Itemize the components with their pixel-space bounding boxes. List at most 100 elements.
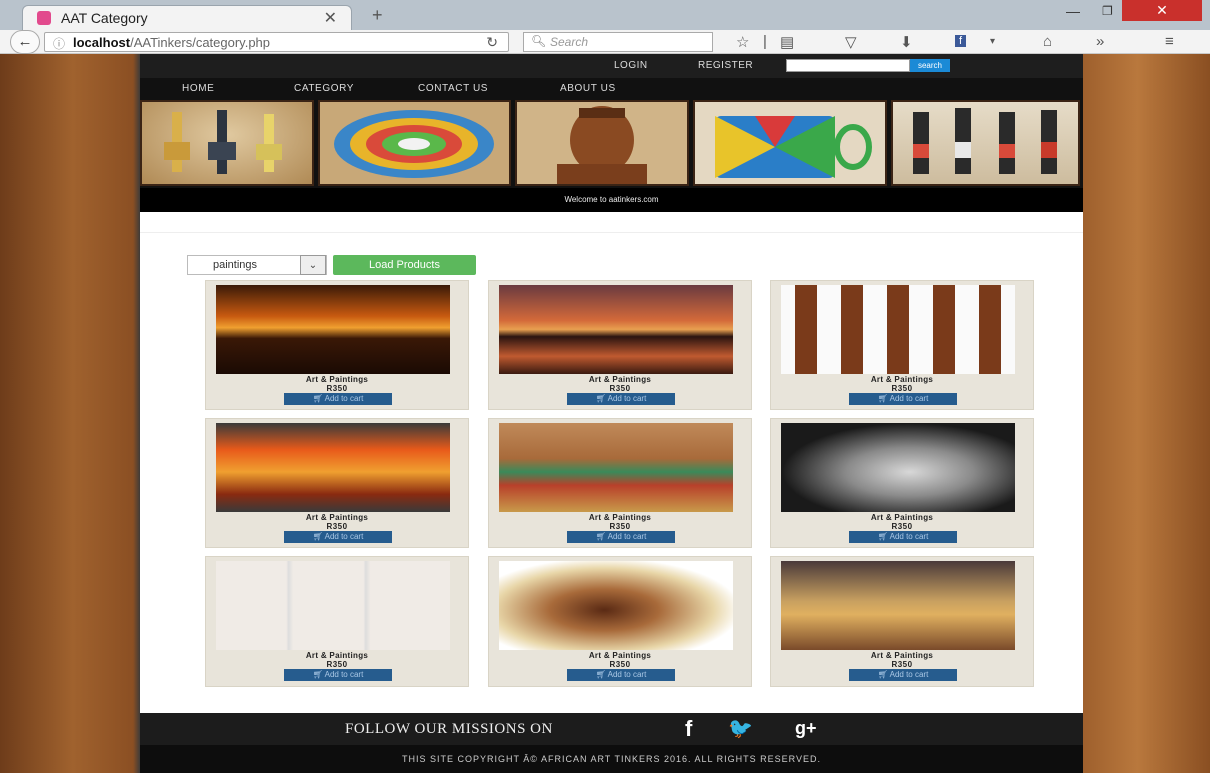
menu-home[interactable]: HOME xyxy=(182,83,214,94)
browser-tab[interactable]: AAT Category ✕ xyxy=(22,5,352,30)
product-card: Art & Paintings R350 🛒︎ Add to cart xyxy=(205,280,469,410)
add-to-cart-button[interactable]: 🛒︎ Add to cart xyxy=(567,393,675,405)
dropdown-icon[interactable]: ▾ xyxy=(990,36,995,47)
banner-giraffe-image xyxy=(140,100,314,186)
load-products-button[interactable]: Load Products xyxy=(333,255,476,275)
close-tab-icon[interactable]: ✕ xyxy=(324,8,337,28)
product-card: Art & Paintings R350 🛒︎ Add to cart xyxy=(488,280,752,410)
info-icon[interactable]: ⓘ xyxy=(53,35,65,52)
add-to-cart-label: Add to cart xyxy=(324,670,364,679)
product-card: Art & Paintings R350 🛒︎ Add to cart xyxy=(205,418,469,548)
add-to-cart-button[interactable]: 🛒︎ Add to cart xyxy=(849,669,957,681)
divider-icon: | xyxy=(763,33,767,50)
google-plus-icon[interactable]: g+ xyxy=(795,718,817,739)
product-image[interactable] xyxy=(781,423,1015,512)
product-card: Art & Paintings R350 🛒︎ Add to cart xyxy=(488,418,752,548)
cart-icon: 🛒︎ xyxy=(312,670,325,679)
pocket-icon[interactable]: ▽ xyxy=(845,33,857,51)
site-search-button[interactable]: search xyxy=(910,59,950,72)
product-card: Art & Paintings R350 🛒︎ Add to cart xyxy=(770,556,1034,687)
banner-beaded-mug-image xyxy=(693,100,887,186)
add-to-cart-button[interactable]: 🛒︎ Add to cart xyxy=(849,531,957,543)
product-card: Art & Paintings R350 🛒︎ Add to cart xyxy=(205,556,469,687)
tab-title: AAT Category xyxy=(61,10,148,26)
reload-icon[interactable]: ↻ xyxy=(486,34,498,51)
product-name: Art & Paintings xyxy=(305,513,369,522)
bookmark-star-icon[interactable]: ☆ xyxy=(736,33,749,51)
minimize-icon[interactable]: — xyxy=(1066,3,1080,19)
product-card: Art & Paintings R350 🛒︎ Add to cart xyxy=(770,418,1034,548)
chevron-down-icon[interactable]: ⌄ xyxy=(300,255,326,275)
menu-icon[interactable]: ≡ xyxy=(1165,33,1174,50)
menu-about-us[interactable]: ABOUT US xyxy=(560,83,616,94)
cart-icon: 🛒︎ xyxy=(595,670,608,679)
login-link[interactable]: LOGIN xyxy=(614,60,648,71)
add-to-cart-button[interactable]: 🛒︎ Add to cart xyxy=(284,669,392,681)
back-arrow-icon[interactable]: ← xyxy=(10,30,40,54)
add-to-cart-button[interactable]: 🛒︎ Add to cart xyxy=(567,531,675,543)
add-to-cart-label: Add to cart xyxy=(607,670,647,679)
product-image[interactable] xyxy=(216,561,450,650)
add-to-cart-button[interactable]: 🛒︎ Add to cart xyxy=(567,669,675,681)
product-name: Art & Paintings xyxy=(870,375,934,384)
banner xyxy=(140,98,1083,188)
product-image[interactable] xyxy=(216,423,450,512)
product-image[interactable] xyxy=(499,285,733,374)
url-bar[interactable]: ⓘ localhost/AATinkers/category.php ↻ xyxy=(44,32,509,52)
add-to-cart-label: Add to cart xyxy=(889,532,929,541)
overflow-icon[interactable]: » xyxy=(1096,33,1104,50)
add-to-cart-button[interactable]: 🛒︎ Add to cart xyxy=(284,393,392,405)
product-price: R350 xyxy=(891,660,913,669)
product-name: Art & Paintings xyxy=(870,513,934,522)
product-price: R350 xyxy=(891,384,913,393)
site-search-input[interactable] xyxy=(786,59,910,72)
product-name: Art & Paintings xyxy=(305,651,369,660)
browser-tab-bar: AAT Category ✕ + — ❐ ✕ xyxy=(0,0,1210,30)
product-image[interactable] xyxy=(499,561,733,650)
restore-icon[interactable]: ❐ xyxy=(1102,4,1113,18)
add-to-cart-button[interactable]: 🛒︎ Add to cart xyxy=(284,531,392,543)
menu-contact-us[interactable]: CONTACT US xyxy=(418,83,488,94)
product-card: Art & Paintings R350 🛒︎ Add to cart xyxy=(488,556,752,687)
new-tab-icon[interactable]: + xyxy=(372,5,383,26)
facebook-icon[interactable]: f xyxy=(685,716,692,742)
welcome-banner: Welcome to aatinkers.com xyxy=(140,188,1083,212)
search-placeholder: Search xyxy=(550,35,589,49)
category-select[interactable]: paintings ⌄ xyxy=(187,255,327,275)
add-to-cart-label: Add to cart xyxy=(607,394,647,403)
browser-nav-bar: ← ⓘ localhost/AATinkers/category.php ↻ 🔍… xyxy=(0,30,1210,54)
product-price: R350 xyxy=(891,522,913,531)
add-to-cart-label: Add to cart xyxy=(889,394,929,403)
category-selected-value: paintings xyxy=(213,259,258,271)
banner-bowl-image xyxy=(318,100,511,186)
menu-category[interactable]: CATEGORY xyxy=(294,83,354,94)
register-link[interactable]: REGISTER xyxy=(698,60,753,71)
cart-icon: 🛒︎ xyxy=(312,394,325,403)
product-image[interactable] xyxy=(216,285,450,374)
product-price: R350 xyxy=(609,660,631,669)
cart-icon: 🛒︎ xyxy=(877,532,890,541)
home-icon[interactable]: ⌂ xyxy=(1043,33,1052,50)
site-favicon-icon xyxy=(37,11,51,25)
site-container: LOGIN REGISTER search HOME CATEGORY CONT… xyxy=(140,54,1083,773)
add-to-cart-label: Add to cart xyxy=(324,394,364,403)
add-to-cart-label: Add to cart xyxy=(324,532,364,541)
product-price: R350 xyxy=(326,384,348,393)
add-to-cart-button[interactable]: 🛒︎ Add to cart xyxy=(849,393,957,405)
twitter-icon[interactable]: 🐦 xyxy=(728,716,753,741)
product-image[interactable] xyxy=(499,423,733,512)
facebook-extension-icon[interactable]: f xyxy=(955,35,967,47)
cart-icon: 🛒︎ xyxy=(595,394,608,403)
product-price: R350 xyxy=(326,660,348,669)
product-image[interactable] xyxy=(781,285,1015,374)
product-image[interactable] xyxy=(781,561,1015,650)
copyright: THIS SITE COPYRIGHT Â© AFRICAN ART TINKE… xyxy=(140,745,1083,773)
product-price: R350 xyxy=(326,522,348,531)
browser-search-input[interactable]: 🔍︎ Search xyxy=(523,32,713,52)
download-icon[interactable]: ⬇ xyxy=(900,33,913,51)
product-card: Art & Paintings R350 🛒︎ Add to cart xyxy=(770,280,1034,410)
close-window-button[interactable]: ✕ xyxy=(1122,0,1202,21)
reading-list-icon[interactable]: ▤ xyxy=(780,33,794,51)
add-to-cart-label: Add to cart xyxy=(607,532,647,541)
cart-icon: 🛒︎ xyxy=(877,670,890,679)
